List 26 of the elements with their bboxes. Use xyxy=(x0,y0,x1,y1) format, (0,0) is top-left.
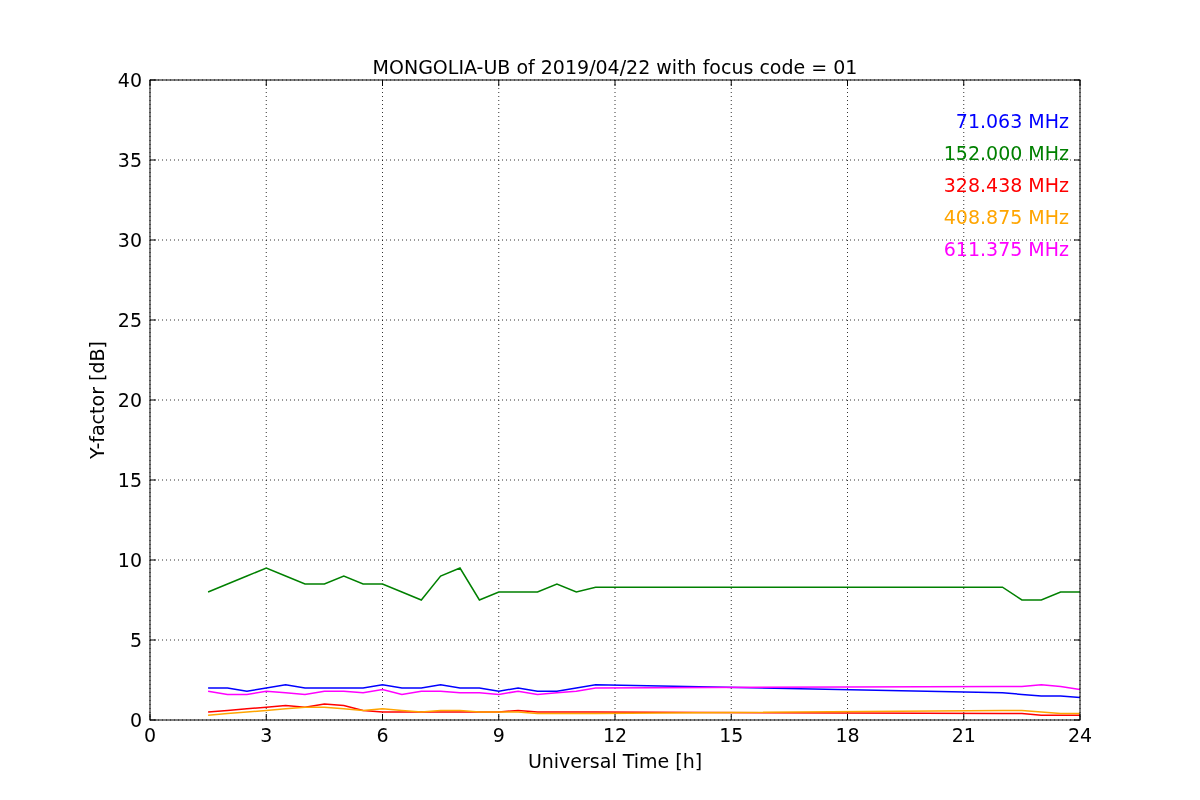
x-tick-label: 6 xyxy=(376,724,389,746)
x-tick-label: 3 xyxy=(260,724,273,746)
x-tick-label: 0 xyxy=(143,724,157,746)
x-tick-label: 21 xyxy=(951,724,976,746)
x-tick-label: 12 xyxy=(602,724,628,746)
y-tick-label: 40 xyxy=(117,69,142,91)
x-tick-label: 24 xyxy=(1067,724,1093,746)
x-axis-label: Universal Time [h] xyxy=(527,750,703,772)
legend-label: 408.875 MHz xyxy=(943,206,1069,228)
y-tick-label: 35 xyxy=(117,149,142,171)
y-tick-label: 15 xyxy=(117,469,142,491)
y-tick-label: 5 xyxy=(129,629,142,651)
y-tick-label: 25 xyxy=(117,309,142,331)
legend-label: 328.438 MHz xyxy=(943,174,1069,196)
chart-title: MONGOLIA-UB of 2019/04/22 with focus code = 01 xyxy=(372,56,858,78)
legend-label: 152.000 MHz xyxy=(943,142,1069,164)
x-tick-label: 15 xyxy=(719,724,744,746)
x-tick-label: 18 xyxy=(835,724,860,746)
legend-label: 71.063 MHz xyxy=(955,110,1069,132)
y-tick-label: 30 xyxy=(117,229,142,251)
x-tick-label: 9 xyxy=(492,724,505,746)
y-tick-label: 20 xyxy=(117,389,142,411)
y-tick-label: 0 xyxy=(129,709,142,731)
y-axis-label: Y-factor [dB] xyxy=(86,341,108,459)
y-tick-label: 10 xyxy=(117,549,142,571)
legend-label: 611.375 MHz xyxy=(943,238,1069,260)
